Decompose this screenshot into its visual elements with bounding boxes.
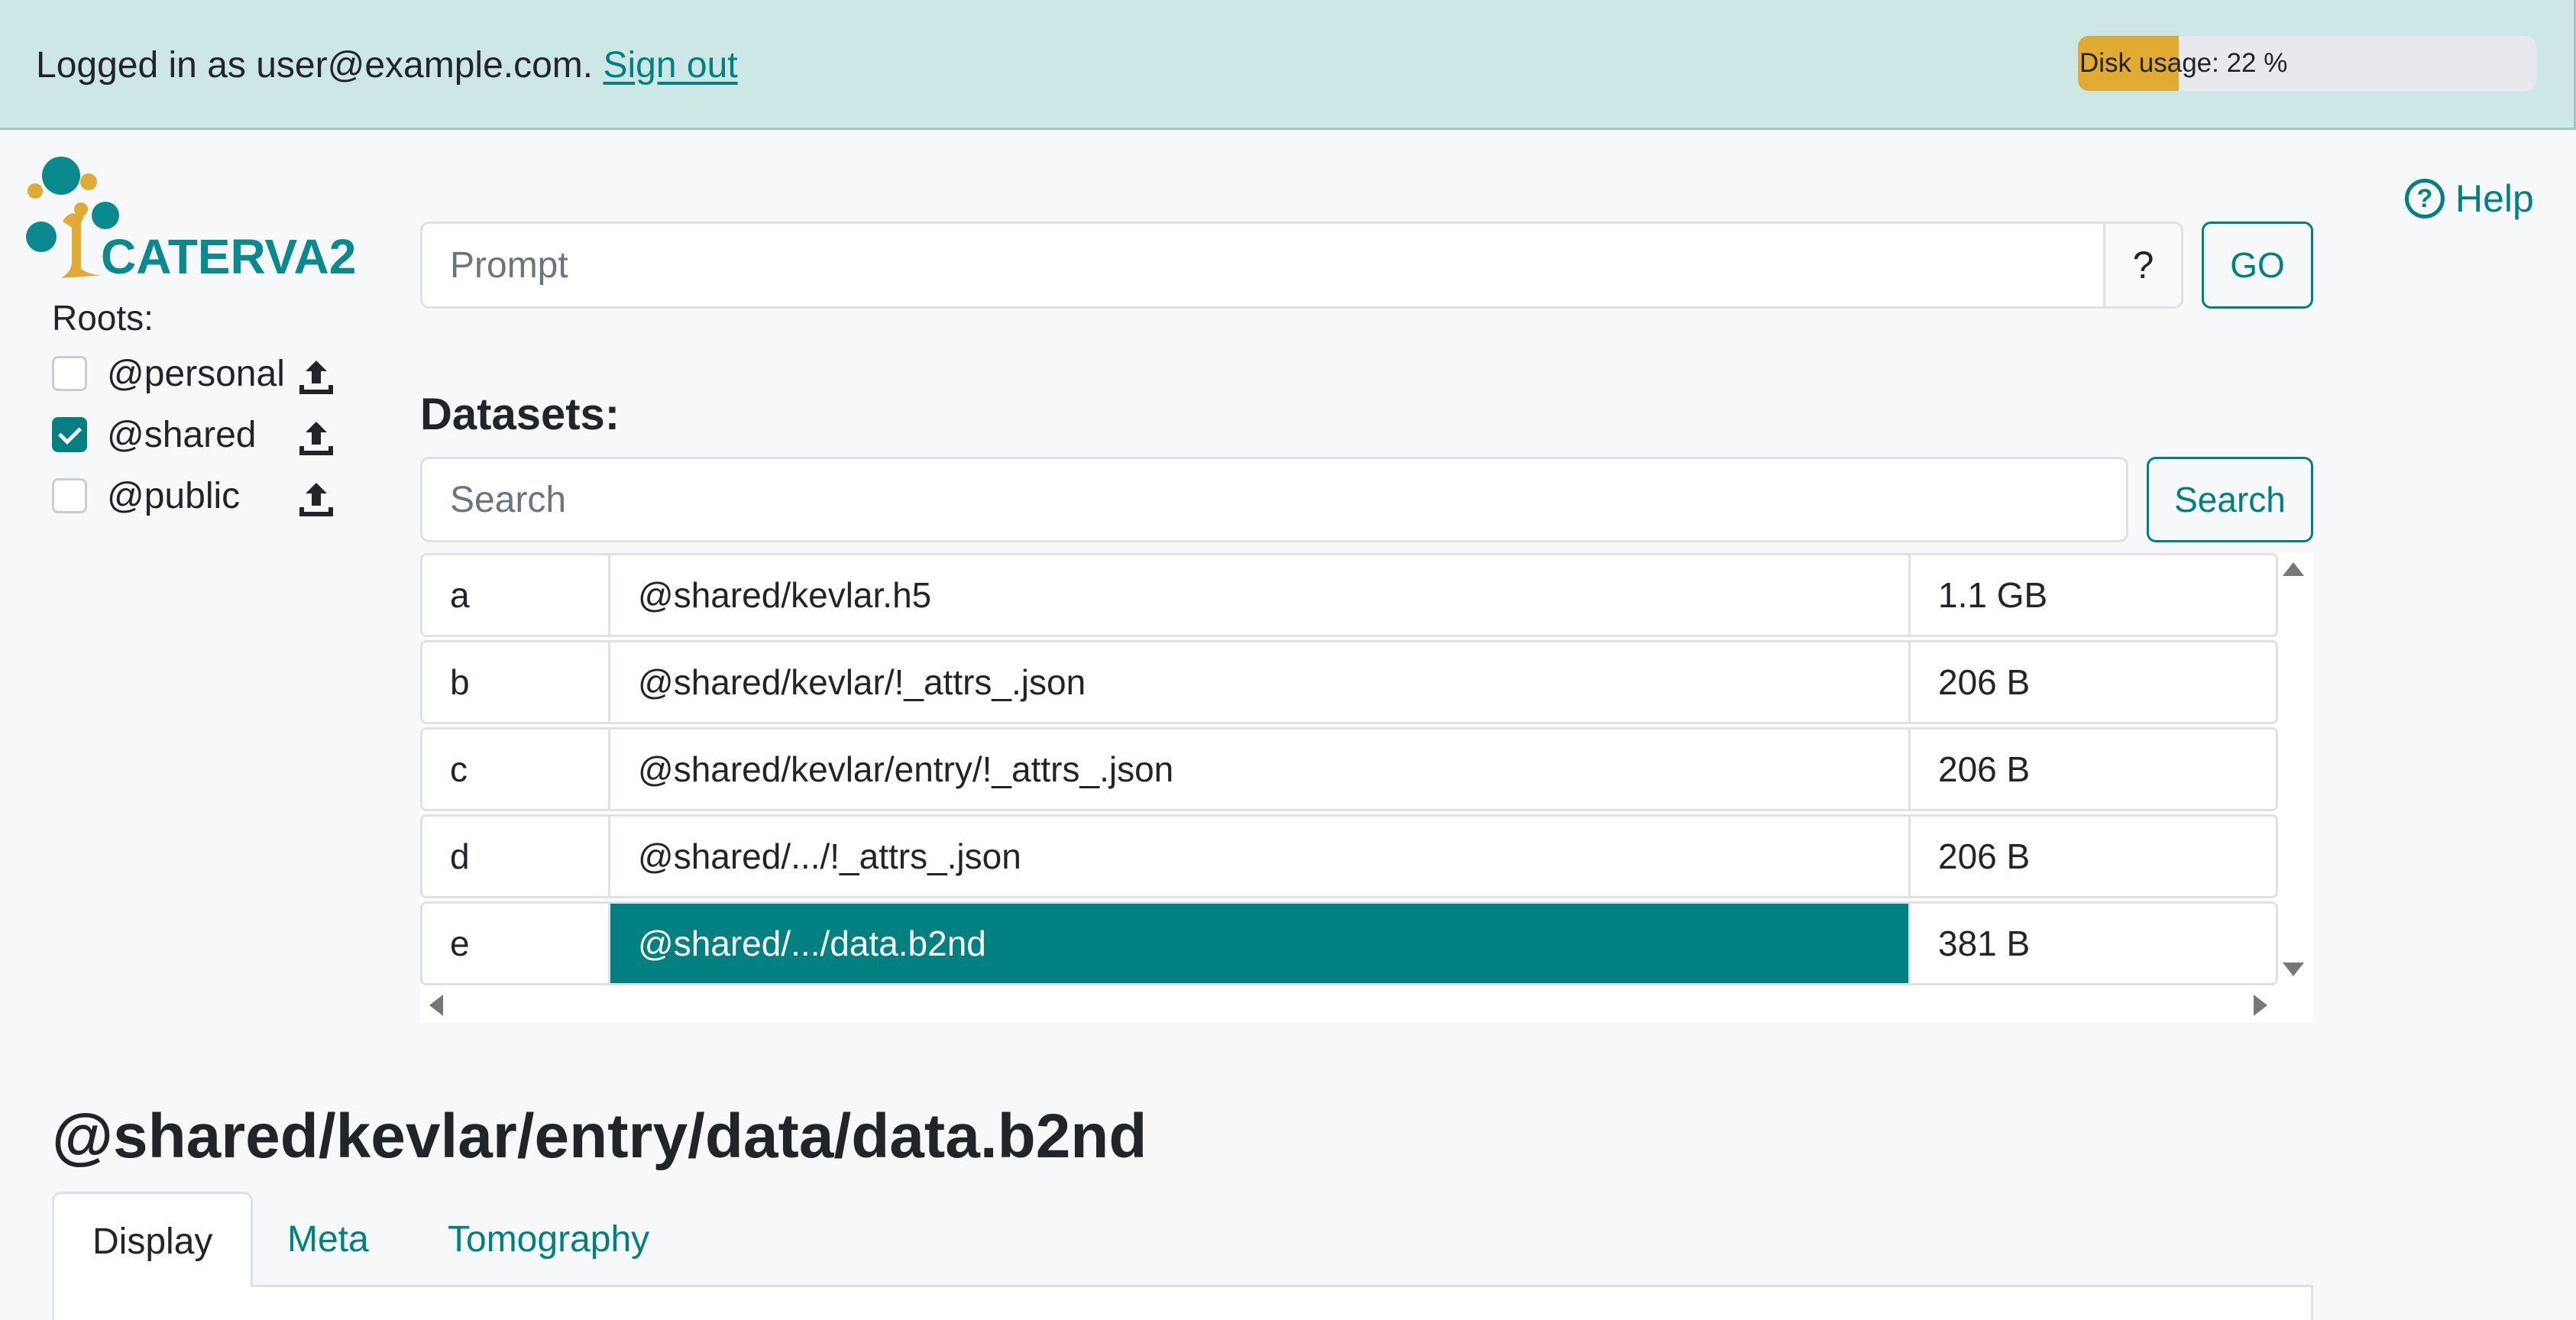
search-button[interactable]: Search xyxy=(2147,457,2313,542)
prompt-input[interactable] xyxy=(422,224,2100,306)
prompt-group: ? xyxy=(420,222,2183,309)
row-size: 206 B xyxy=(1938,749,2031,789)
disk-usage-label: Disk usage: 22 % xyxy=(2079,48,2288,78)
scroll-right-arrow-icon[interactable] xyxy=(2254,995,2267,1016)
row-key: b xyxy=(422,642,610,722)
row-size: 206 B xyxy=(1938,836,2031,876)
table-row-selected[interactable]: e @shared/.../data.b2nd 381 B xyxy=(420,901,2278,985)
row-path[interactable]: @shared/kevlar/entry/!_attrs_.json xyxy=(610,730,1911,809)
roots-label: Roots: xyxy=(52,298,154,338)
root-item-personal[interactable]: @personal xyxy=(52,351,358,397)
row-size: 381 B xyxy=(1938,924,2031,963)
table-row[interactable]: b @shared/kevlar/!_attrs_.json 206 B xyxy=(420,640,2278,724)
row-key: e xyxy=(422,904,610,983)
root-checkbox-public[interactable] xyxy=(52,478,87,513)
root-item-public[interactable]: @public xyxy=(52,474,358,519)
datasets-heading: Datasets: xyxy=(420,390,620,439)
prompt-help-button[interactable]: ? xyxy=(2103,224,2181,306)
root-checkbox-personal[interactable] xyxy=(52,356,87,391)
root-item-shared[interactable]: @shared xyxy=(52,412,358,458)
help-label: Help xyxy=(2455,177,2534,220)
tab-display[interactable]: Display xyxy=(52,1192,254,1288)
scroll-up-arrow-icon[interactable] xyxy=(2283,562,2304,576)
disk-usage-bar: Disk usage: 22 % xyxy=(2078,36,2536,91)
upload-icon[interactable] xyxy=(295,356,338,399)
row-key: a xyxy=(422,555,610,635)
row-path[interactable]: @shared/.../data.b2nd xyxy=(610,904,1911,983)
help-link[interactable]: ? Help xyxy=(2405,174,2534,223)
row-path[interactable]: @shared/kevlar/!_attrs_.json xyxy=(610,642,1911,722)
scroll-left-arrow-icon[interactable] xyxy=(429,995,443,1016)
row-key: d xyxy=(422,817,610,896)
row-path[interactable]: @shared/kevlar.h5 xyxy=(610,555,1911,635)
row-size: 1.1 GB xyxy=(1938,575,2048,615)
root-name: @shared xyxy=(107,415,257,455)
scroll-down-arrow-icon[interactable] xyxy=(2283,962,2304,976)
tab-tomography[interactable]: Tomography xyxy=(409,1192,688,1287)
dataset-title: @shared/kevlar/entry/data/data.b2nd xyxy=(52,1102,1147,1171)
login-status-text: Logged in as user@example.com. xyxy=(36,45,594,86)
tab-meta[interactable]: Meta xyxy=(249,1192,407,1287)
row-key: c xyxy=(422,730,610,809)
go-button[interactable]: GO xyxy=(2202,222,2313,309)
table-row[interactable]: c @shared/kevlar/entry/!_attrs_.json 206… xyxy=(420,727,2278,811)
row-path[interactable]: @shared/.../!_attrs_.json xyxy=(610,817,1911,896)
root-name: @public xyxy=(107,476,241,516)
table-row[interactable]: a @shared/kevlar.h5 1.1 GB xyxy=(420,553,2278,637)
table-row[interactable]: d @shared/.../!_attrs_.json 206 B xyxy=(420,814,2278,898)
login-status: Logged in as user@example.com. Sign out xyxy=(36,41,738,90)
logo-text: CATERVA2 xyxy=(101,229,356,284)
caterva2-logo: CATERVA2 xyxy=(26,157,356,284)
root-name: @personal xyxy=(107,354,285,394)
upload-icon[interactable] xyxy=(295,478,338,521)
dataset-search-input[interactable] xyxy=(420,457,2128,542)
sign-out-link[interactable]: Sign out xyxy=(603,45,737,86)
row-size: 206 B xyxy=(1938,662,2031,702)
root-checkbox-shared[interactable] xyxy=(52,417,87,452)
question-circle-icon: ? xyxy=(2405,178,2445,218)
datasets-table: a @shared/kevlar.h5 1.1 GB b @shared/kev… xyxy=(420,553,2313,1022)
upload-icon[interactable] xyxy=(295,417,338,460)
tab-panel xyxy=(52,1287,2313,1320)
